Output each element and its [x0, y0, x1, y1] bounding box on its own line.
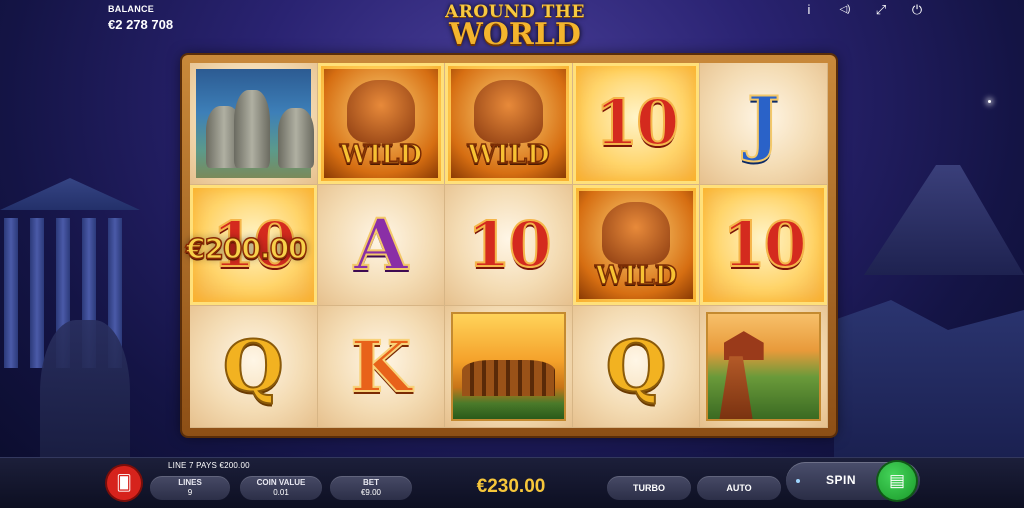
balance-label: BALANCE	[108, 4, 155, 14]
great-wall-symbol	[706, 312, 821, 421]
symbol-10: 10	[722, 207, 808, 281]
turbo-button[interactable]: TURBO	[607, 476, 691, 500]
fullscreen-icon[interactable]: ⤢	[874, 3, 888, 17]
spin-money-button[interactable]: ▤	[878, 462, 916, 500]
reel-cell-colosseum	[445, 306, 573, 428]
reel-cell-k: K	[317, 306, 446, 428]
reel-cell-j: J	[700, 63, 828, 185]
logo-line-2: WORLD	[449, 17, 581, 52]
cards-icon: 🂠	[116, 475, 132, 492]
reel-cell-wild: WILD	[445, 63, 573, 185]
coin-value: 0.01	[273, 488, 289, 497]
balance-value: €2 278 708	[108, 17, 174, 32]
total-win-display: €230.00	[476, 476, 546, 497]
reel-cell-10: 10	[445, 184, 573, 307]
paytable-button[interactable]: 🂠	[107, 466, 141, 500]
wild-label: WILD	[594, 261, 678, 293]
auto-button[interactable]: AUTO	[697, 476, 781, 500]
wild-symbol: WILD	[323, 69, 439, 178]
payline-message: LINE 7 PAYS €200.00	[168, 461, 250, 470]
wild-label: WILD	[339, 139, 423, 171]
parthenon-silhouette	[0, 170, 185, 370]
info-icon[interactable]: i	[802, 3, 816, 17]
reel-cell-10: 10	[572, 63, 701, 185]
reel-cell-great-wall	[700, 306, 828, 428]
symbol-k: K	[349, 324, 412, 408]
spin-indicator-dot	[796, 479, 800, 483]
spin-label: SPIN	[826, 473, 857, 487]
symbol-q: Q	[605, 324, 668, 408]
power-icon[interactable]: ⏻	[910, 3, 924, 17]
reel-cell-10: 10	[700, 184, 828, 307]
lines-label: LINES	[178, 478, 202, 487]
reel-cell-q: Q	[190, 306, 318, 428]
coin-value-selector[interactable]: COIN VALUE 0.01	[240, 476, 322, 500]
wild-symbol: WILD	[451, 69, 566, 178]
great-wall-silhouette	[834, 300, 1024, 460]
lines-selector[interactable]: LINES 9	[150, 476, 230, 500]
bet-selector[interactable]: BET €9.00	[330, 476, 412, 500]
moai-symbol	[196, 69, 314, 178]
balance-display: BALANCE €2 278 708	[108, 4, 173, 32]
line-win-amount: €200.00	[185, 231, 308, 266]
game-logo: AROUND THE WORLD	[430, 2, 600, 58]
symbol-j: J	[746, 81, 781, 165]
cash-icon: ▤	[888, 471, 906, 490]
wild-label: WILD	[467, 139, 551, 171]
wild-symbol: WILD	[578, 190, 694, 300]
bet-value: €9.00	[360, 488, 382, 497]
symbol-10: 10	[594, 86, 680, 160]
top-controls: i ◁) ⤢ ⏻	[802, 3, 924, 17]
lines-value: 9	[187, 488, 193, 497]
reel-cell-wild: WILD	[572, 184, 701, 307]
sound-icon[interactable]: ◁)	[838, 3, 852, 17]
colosseum-symbol	[451, 312, 566, 421]
reel-cell-a: A	[317, 184, 446, 307]
reel-cell-q: Q	[572, 306, 701, 428]
symbol-q: Q	[222, 324, 285, 408]
reel-cell-moai	[190, 63, 318, 185]
star-decoration	[988, 100, 991, 103]
coin-value-label: COIN VALUE	[256, 478, 306, 487]
bet-label: BET	[363, 478, 379, 487]
pyramid-silhouette	[864, 165, 1024, 275]
symbol-10: 10	[466, 207, 552, 281]
reel-cell-wild: WILD	[317, 63, 446, 185]
symbol-a: A	[353, 202, 409, 286]
